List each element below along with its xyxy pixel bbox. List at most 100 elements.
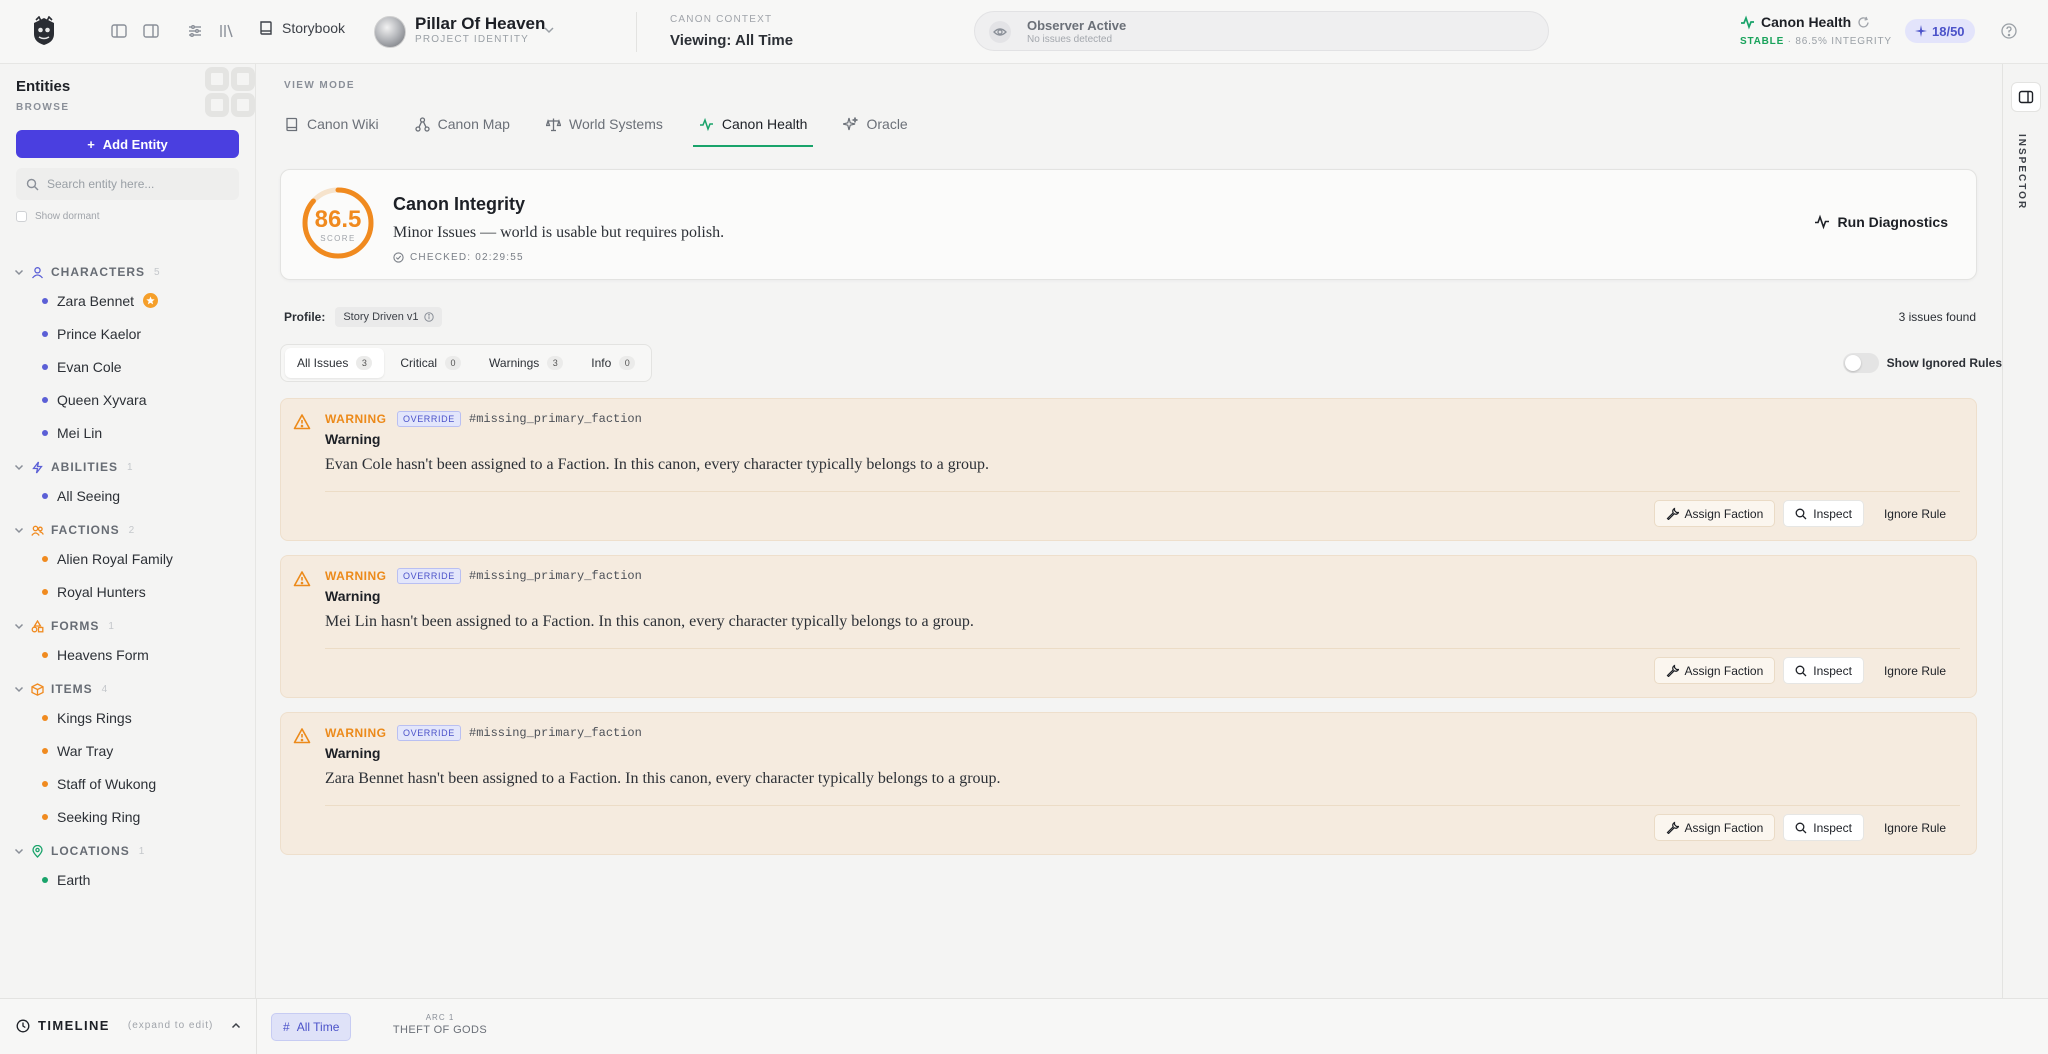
inspect-button[interactable]: Inspect [1783,657,1864,684]
tab-oracle[interactable]: Oracle [843,102,908,146]
inspector-toggle-button[interactable] [2011,82,2041,112]
entity-item[interactable]: Kings Rings [0,701,255,734]
divider [325,491,1960,492]
sparkle-icon [843,116,859,130]
divider [256,999,257,1054]
entity-item[interactable]: Prince Kaelor [0,317,255,350]
inspect-label: Inspect [1813,820,1852,835]
entity-label: Prince Kaelor [57,325,142,342]
inspect-button[interactable]: Inspect [1783,500,1864,527]
assign-faction-label: Assign Faction [1684,506,1764,521]
run-diagnostics-button[interactable]: Run Diagnostics [1814,214,1948,230]
filter-sliders-icon[interactable] [186,22,204,40]
observer-status[interactable]: Observer Active No issues detected [974,11,1549,51]
entity-item[interactable]: Evan Cole [0,350,255,383]
filter-count: 3 [547,356,564,370]
tab-canon-wiki[interactable]: Canon Wiki [284,102,379,146]
show-ignored-toggle[interactable] [1842,353,1879,373]
all-time-button[interactable]: # All Time [271,1013,352,1041]
sidebar-title: Entities [16,78,71,95]
timeline-header[interactable]: TIMELINE (expand to edit) [16,1018,241,1033]
entity-item[interactable]: Mei Lin [0,416,255,449]
category-count: 2 [128,524,136,536]
canon-context-value[interactable]: Viewing: All Time [670,32,793,49]
search-input[interactable] [47,177,227,191]
arc-label: ARC 1 [425,1013,455,1022]
entity-label: Queen Xyvara [57,391,147,408]
assign-faction-button[interactable]: Assign Faction [1653,814,1776,841]
search-icon [1795,508,1807,519]
canon-integrity-card: 86.5 SCORE Canon Integrity Minor Issues … [280,169,1977,280]
canon-context-label: CANON CONTEXT [670,14,773,25]
entity-item[interactable]: Alien Royal Family [0,542,255,575]
entity-item[interactable]: Seeking Ring [0,800,255,833]
show-dormant-checkbox[interactable]: Show dormant [16,211,99,222]
library-icon[interactable] [218,22,236,40]
add-entity-button[interactable]: + Add Entity [16,130,239,158]
status-dot [42,651,48,658]
entity-item[interactable]: Zara Bennet [0,284,255,317]
filter-critical[interactable]: Critical 0 [388,348,473,378]
arc-name[interactable]: THEFT OF GODS [388,1024,492,1036]
category-label: CHARACTERS [51,265,145,279]
project-avatar[interactable] [374,16,406,48]
ignore-rule-button[interactable]: Ignore Rule [1872,657,1958,684]
assign-faction-button[interactable]: Assign Faction [1653,657,1776,684]
storybook-button[interactable]: Storybook [258,20,345,36]
category-characters[interactable]: CHARACTERS 5 [0,260,255,284]
category-count: 1 [108,620,115,632]
plus-icon: + [87,136,95,152]
status-dot [42,813,48,820]
category-factions[interactable]: FACTIONS 2 [0,518,255,542]
tab-world-systems[interactable]: World Systems [545,102,663,146]
category-locations[interactable]: LOCATIONS 1 [0,839,255,863]
tab-canon-map[interactable]: Canon Map [414,102,510,146]
entity-item[interactable]: All Seeing [0,479,255,512]
project-name[interactable]: Pillar Of Heaven [415,14,545,34]
entity-item[interactable]: Earth [0,863,255,896]
filter-label: All Issues [297,356,349,370]
right-panel-toggle-icon[interactable] [142,22,160,40]
entity-item[interactable]: Staff of Wukong [0,767,255,800]
usage-counter-badge[interactable]: 18/50 [1905,19,1975,43]
app-logo-icon[interactable] [30,16,58,46]
status-dot [42,363,48,370]
category-label: FORMS [51,619,100,633]
inspect-button[interactable]: Inspect [1783,814,1864,841]
filter-warnings[interactable]: Warnings 3 [477,348,575,378]
ignore-rule-label: Ignore Rule [1883,506,1946,521]
info-icon[interactable] [423,312,434,322]
entity-item[interactable]: Royal Hunters [0,575,255,608]
filter-label: Warnings [489,356,540,370]
category-items[interactable]: ITEMS 4 [0,677,255,701]
help-icon[interactable] [2000,22,2018,40]
status-dot [42,330,48,337]
ignore-rule-button[interactable]: Ignore Rule [1872,814,1958,841]
filter-all-issues[interactable]: All Issues 3 [285,348,385,378]
refresh-icon[interactable] [1857,16,1870,29]
add-entity-label: Add Entity [102,136,168,152]
override-badge: OVERRIDE [397,411,461,427]
tab-label: Oracle [866,116,908,132]
chevron-up-icon[interactable] [231,1021,241,1031]
tab-canon-health[interactable]: Canon Health [692,102,814,147]
profile-badge[interactable]: Story Driven v1 [335,307,442,327]
entity-item[interactable]: Heavens Form [0,638,255,671]
rule-id: #missing_primary_faction [469,726,642,740]
divider [325,805,1960,806]
entity-item[interactable]: War Tray [0,734,255,767]
entity-search[interactable] [16,168,239,200]
assign-faction-button[interactable]: Assign Faction [1653,500,1776,527]
left-panel-toggle-icon[interactable] [110,22,128,40]
category-abilities[interactable]: ABILITIES 1 [0,455,255,479]
category-count: 4 [101,683,109,695]
health-integrity: · 86.5% INTEGRITY [1787,36,1892,47]
category-label: LOCATIONS [51,844,130,858]
chevron-down-icon[interactable] [543,24,555,36]
checkbox[interactable] [16,211,27,222]
entity-item[interactable]: Queen Xyvara [0,383,255,416]
category-forms[interactable]: FORMS 1 [0,614,255,638]
filter-info[interactable]: Info 0 [579,348,647,378]
ignore-rule-button[interactable]: Ignore Rule [1872,500,1958,527]
override-badge: OVERRIDE [397,568,461,584]
